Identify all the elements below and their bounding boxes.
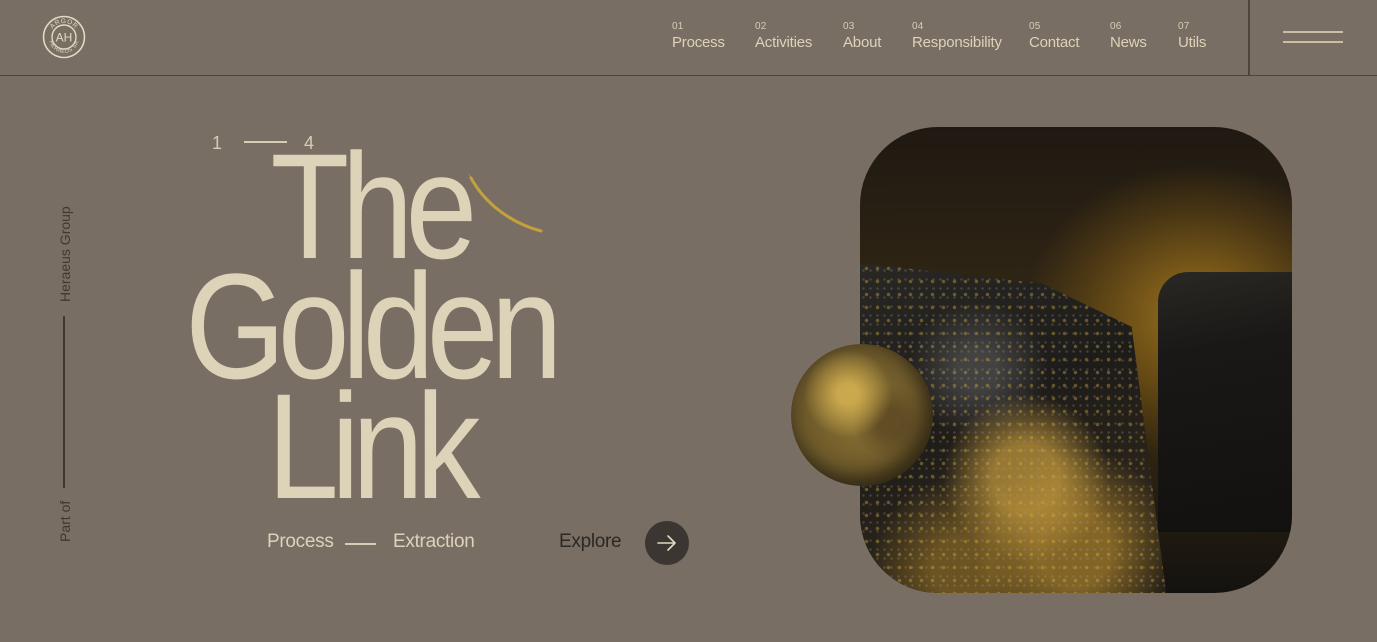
- part-of-label: Part of: [57, 500, 73, 542]
- nav-item-about[interactable]: 03 About: [843, 21, 881, 53]
- nav-label: About: [843, 34, 882, 51]
- nav-item-responsibility[interactable]: 04 Responsibility: [912, 21, 1002, 53]
- side-divider: [63, 316, 65, 488]
- nav-label: Process: [672, 34, 725, 51]
- crumb-to[interactable]: Extraction: [393, 531, 475, 553]
- arrow-right-icon: [657, 535, 676, 551]
- nav-number: 04: [912, 21, 924, 32]
- explore-button[interactable]: [645, 521, 689, 565]
- nav-item-news[interactable]: 06 News: [1110, 21, 1147, 53]
- ore-rock-secondary: [1158, 272, 1292, 532]
- logo[interactable]: ARGOR HERAEUS SA AH: [42, 15, 86, 59]
- explore-link[interactable]: Explore: [559, 531, 622, 553]
- side-label: Heraeus Group Part of: [52, 200, 78, 550]
- nav-label: Utils: [1178, 34, 1207, 51]
- nav-number: 06: [1110, 21, 1122, 32]
- argor-heraeus-logo-icon: ARGOR HERAEUS SA AH: [42, 15, 86, 59]
- crumb-from[interactable]: Process: [267, 531, 334, 553]
- nav-item-contact[interactable]: 05 Contact: [1029, 21, 1079, 53]
- gold-sphere: [791, 344, 933, 486]
- nav-item-activities[interactable]: 02 Activities: [755, 21, 812, 53]
- nav-item-process[interactable]: 01 Process: [672, 21, 725, 53]
- header-divider: [1248, 0, 1250, 75]
- menu-line: [1283, 31, 1343, 33]
- heraeus-group-label[interactable]: Heraeus Group: [57, 206, 73, 302]
- nav-label: News: [1110, 34, 1147, 51]
- nav-label: Activities: [755, 34, 813, 51]
- nav-label: Responsibility: [912, 34, 1002, 51]
- nav-item-utils[interactable]: 07 Utils: [1178, 21, 1206, 53]
- menu-line: [1283, 41, 1343, 43]
- svg-text:AH: AH: [56, 31, 73, 45]
- site-header: ARGOR HERAEUS SA AH 01 Process 02 Activi…: [0, 0, 1377, 76]
- nav-number: 03: [843, 21, 855, 32]
- nav-number: 05: [1029, 21, 1041, 32]
- nav-number: 02: [755, 21, 767, 32]
- nav-label: Contact: [1029, 34, 1080, 51]
- crumb-divider: [345, 543, 376, 545]
- hero-image: [860, 127, 1292, 593]
- gold-arc-decoration: [468, 173, 543, 233]
- nav-number: 01: [672, 21, 684, 32]
- nav-number: 07: [1178, 21, 1190, 32]
- hamburger-menu-icon[interactable]: [1276, 22, 1350, 52]
